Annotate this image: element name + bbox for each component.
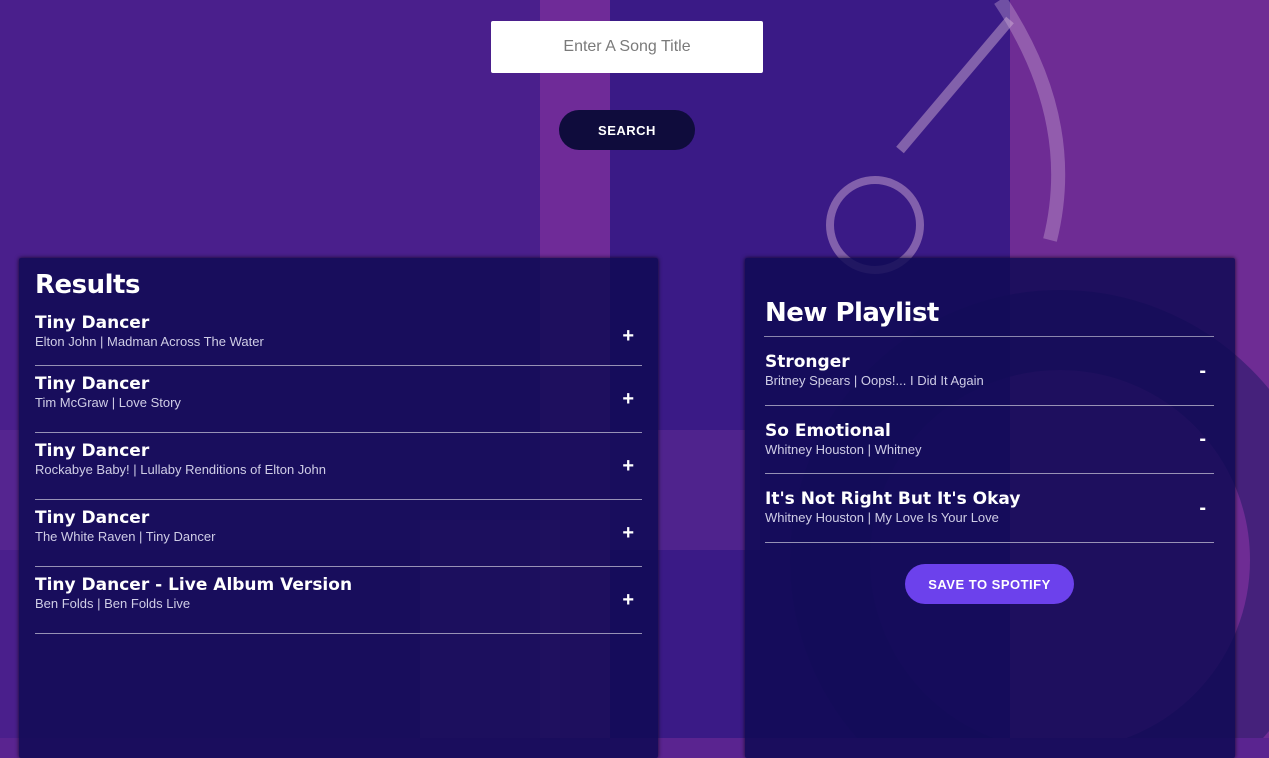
track-info: The White Raven | Tiny Dancer (35, 529, 216, 544)
track-name: Tiny Dancer (35, 313, 150, 333)
add-track-button[interactable]: + (622, 523, 634, 543)
search-input[interactable] (491, 21, 763, 73)
result-track: Tiny Dancer Rockabye Baby! | Lullaby Ren… (35, 433, 642, 500)
save-to-spotify-button[interactable]: SAVE TO SPOTIFY (905, 564, 1074, 604)
track-info: Britney Spears | Oops!... I Did It Again (765, 373, 984, 388)
remove-track-button[interactable]: - (1199, 429, 1206, 449)
playlist-title[interactable]: New Playlist (765, 298, 939, 328)
playlist-track: Stronger Britney Spears | Oops!... I Did… (765, 337, 1214, 406)
track-name: Tiny Dancer - Live Album Version (35, 575, 353, 595)
remove-track-button[interactable]: - (1199, 498, 1206, 518)
track-info: Rockabye Baby! | Lullaby Renditions of E… (35, 462, 326, 477)
track-name: So Emotional (765, 420, 891, 441)
add-track-button[interactable]: + (622, 389, 634, 409)
track-info: Tim McGraw | Love Story (35, 395, 181, 410)
result-track: Tiny Dancer Tim McGraw | Love Story + (35, 366, 642, 433)
playlist-list: Stronger Britney Spears | Oops!... I Did… (765, 337, 1214, 543)
add-track-button[interactable]: + (622, 456, 634, 476)
track-name: Tiny Dancer (35, 441, 150, 461)
playlist-track: So Emotional Whitney Houston | Whitney - (765, 406, 1214, 474)
track-info: Whitney Houston | Whitney (765, 441, 922, 457)
result-track: Tiny Dancer - Live Album Version Ben Fol… (35, 567, 642, 634)
result-track: Tiny Dancer Elton John | Madman Across T… (35, 306, 642, 366)
track-name: It's Not Right But It's Okay (765, 489, 1021, 509)
search-button[interactable]: SEARCH (559, 110, 695, 150)
track-name: Stronger (765, 352, 850, 372)
remove-track-button[interactable]: - (1199, 361, 1206, 381)
track-name: Tiny Dancer (35, 508, 150, 528)
track-info: Ben Folds | Ben Folds Live (35, 596, 191, 611)
result-track: Tiny Dancer The White Raven | Tiny Dance… (35, 500, 642, 567)
track-name: Tiny Dancer (35, 374, 150, 394)
results-panel: Results Tiny Dancer Elton John | Madman … (19, 258, 658, 758)
playlist-panel: New Playlist Stronger Britney Spears | O… (745, 258, 1235, 758)
results-list: Tiny Dancer Elton John | Madman Across T… (35, 306, 642, 634)
results-title: Results (35, 270, 140, 300)
track-info: Whitney Houston | My Love Is Your Love (765, 510, 999, 525)
playlist-track: It's Not Right But It's Okay Whitney Hou… (765, 474, 1214, 543)
add-track-button[interactable]: + (622, 326, 634, 346)
track-info: Elton John | Madman Across The Water (35, 334, 264, 349)
add-track-button[interactable]: + (622, 590, 634, 610)
